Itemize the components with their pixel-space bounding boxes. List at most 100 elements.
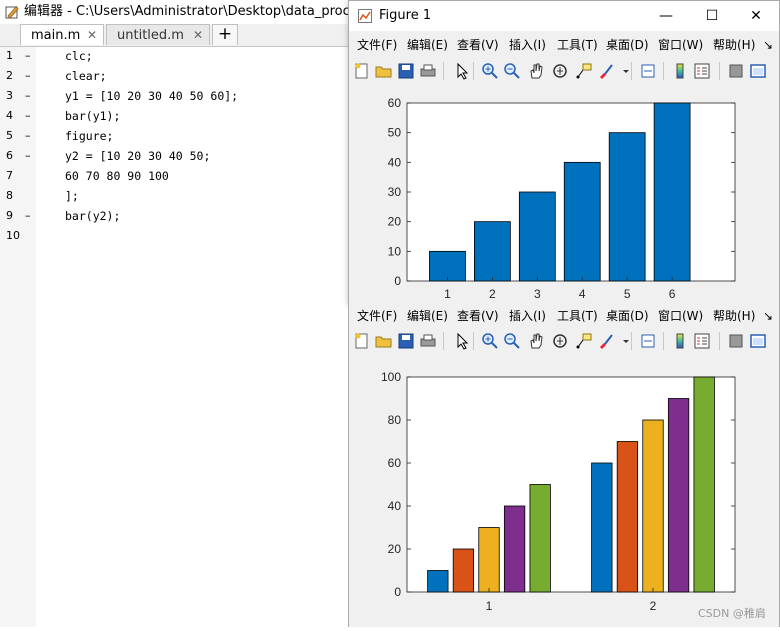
code-line[interactable]: 3– y1 = [10 20 30 40 50 60]; xyxy=(0,86,350,106)
bar xyxy=(563,161,601,282)
breakpoint-marker[interactable]: – xyxy=(25,126,31,146)
show-plot-tools-icon[interactable] xyxy=(749,62,767,80)
menu-item[interactable]: 查看(V) xyxy=(457,305,499,327)
code-line[interactable]: 8]; xyxy=(0,186,350,206)
menu-item[interactable]: 编辑(E) xyxy=(407,305,448,327)
new-figure-icon[interactable] xyxy=(353,332,371,350)
brush-icon[interactable] xyxy=(597,62,615,80)
code-line[interactable]: 6– y2 = [10 20 30 40 50; xyxy=(0,146,350,166)
tab-untitled-m[interactable]: untitled.m ✕ xyxy=(106,24,210,45)
data-cursor-icon[interactable] xyxy=(575,62,593,80)
figure2-grouped-bar-chart: 0 20 40 60 80 100 1 2 xyxy=(381,370,736,613)
maximize-button[interactable]: ☐ xyxy=(689,1,735,31)
menu-item[interactable]: 桌面(D) xyxy=(606,305,649,327)
tab-main-m[interactable]: main.m ✕ xyxy=(20,24,104,45)
line-number: 5 xyxy=(6,129,13,142)
toolbar-separator xyxy=(631,332,632,350)
pan-icon[interactable] xyxy=(527,332,545,350)
zoom-out-icon[interactable] xyxy=(503,62,521,80)
close-window-button[interactable]: ✕ xyxy=(733,1,779,31)
menu-overflow-icon[interactable]: ↘ xyxy=(763,305,773,327)
save-icon[interactable] xyxy=(397,62,415,80)
pan-icon[interactable] xyxy=(527,62,545,80)
code-line[interactable]: 7 60 70 80 90 100 xyxy=(0,166,350,186)
y-tick-label: 40 xyxy=(388,499,402,513)
figure1-menubar: 文件(F) 编辑(E) 查看(V) 插入(I) 工具(T) 桌面(D) 窗口(W) 帮助(H)… xyxy=(349,34,779,56)
hide-plot-tools-icon[interactable] xyxy=(727,62,745,80)
menu-item[interactable]: 文件(F) xyxy=(357,34,397,56)
data-cursor-icon[interactable] xyxy=(575,332,593,350)
menu-item[interactable]: 桌面(D) xyxy=(606,34,649,56)
breakpoint-marker[interactable]: – xyxy=(25,46,31,66)
link-icon[interactable] xyxy=(639,62,657,80)
breakpoint-marker[interactable]: – xyxy=(25,206,31,226)
code-line[interactable]: 9– bar(y2); xyxy=(0,206,350,226)
brush-icon[interactable] xyxy=(597,332,615,350)
breakpoint-marker[interactable]: – xyxy=(25,86,31,106)
menu-overflow-icon[interactable]: ↘ xyxy=(763,34,773,56)
zoom-out-icon[interactable] xyxy=(503,332,521,350)
print-icon[interactable] xyxy=(419,332,437,350)
menu-item[interactable]: 查看(V) xyxy=(457,34,499,56)
x-tick-label: 5 xyxy=(624,287,631,301)
figure1-plot-area: 0 10 20 30 40 50 60 1 2 3 4 5 6 xyxy=(349,85,779,306)
toolbar-separator xyxy=(631,62,632,80)
menu-item[interactable]: 插入(I) xyxy=(509,34,546,56)
line-number: 6 xyxy=(6,149,13,162)
tab-label: main.m xyxy=(31,28,81,43)
zoom-in-icon[interactable] xyxy=(481,332,499,350)
menu-item[interactable]: 工具(T) xyxy=(557,34,598,56)
bar xyxy=(693,376,715,593)
colorbar-icon[interactable] xyxy=(671,62,689,80)
menu-item[interactable]: 插入(I) xyxy=(509,305,546,327)
open-icon[interactable] xyxy=(375,332,393,350)
line-number: 1 xyxy=(6,49,13,62)
new-figure-icon[interactable] xyxy=(353,62,371,80)
rotate-icon[interactable] xyxy=(551,332,569,350)
figure1-title: Figure 1 xyxy=(379,8,432,23)
menu-item[interactable]: 文件(F) xyxy=(357,305,397,327)
matlab-figure-icon xyxy=(358,9,372,23)
bar xyxy=(427,570,449,593)
colorbar-icon[interactable] xyxy=(671,332,689,350)
menu-item[interactable]: 帮助(H) xyxy=(713,34,755,56)
code-line[interactable]: 2– clear; xyxy=(0,66,350,86)
zoom-in-icon[interactable] xyxy=(481,62,499,80)
figure2-window: 文件(F) 编辑(E) 查看(V) 插入(I) 工具(T) 桌面(D) 窗口(W) 帮助(H)… xyxy=(348,305,780,627)
hide-plot-tools-icon[interactable] xyxy=(727,332,745,350)
menu-item[interactable]: 帮助(H) xyxy=(713,305,755,327)
minimize-button[interactable]: — xyxy=(643,1,689,31)
save-icon[interactable] xyxy=(397,332,415,350)
code-line[interactable]: 10 xyxy=(0,226,350,246)
line-number: 9 xyxy=(6,209,13,222)
link-icon[interactable] xyxy=(639,332,657,350)
pointer-icon[interactable] xyxy=(453,332,471,350)
menu-item[interactable]: 工具(T) xyxy=(557,305,598,327)
chevron-down-icon[interactable] xyxy=(617,62,635,80)
breakpoint-marker[interactable]: – xyxy=(25,146,31,166)
pointer-icon[interactable] xyxy=(453,62,471,80)
menu-item[interactable]: 窗口(W) xyxy=(658,34,703,56)
print-icon[interactable] xyxy=(419,62,437,80)
code-line[interactable]: 4– bar(y1); xyxy=(0,106,350,126)
close-tab-icon[interactable]: ✕ xyxy=(193,25,203,46)
x-tick-label: 1 xyxy=(444,287,451,301)
code-line[interactable]: 1– clc; xyxy=(0,46,350,66)
legend-icon[interactable] xyxy=(693,62,711,80)
breakpoint-marker[interactable]: – xyxy=(25,106,31,126)
show-plot-tools-icon[interactable] xyxy=(749,332,767,350)
legend-icon[interactable] xyxy=(693,332,711,350)
open-icon[interactable] xyxy=(375,62,393,80)
code-line[interactable]: 5– figure; xyxy=(0,126,350,146)
add-tab-button[interactable]: + xyxy=(212,24,238,45)
line-number: 4 xyxy=(6,109,13,122)
menu-item[interactable]: 编辑(E) xyxy=(407,34,448,56)
chevron-down-icon[interactable] xyxy=(617,332,635,350)
x-tick-label: 2 xyxy=(489,287,496,301)
close-tab-icon[interactable]: ✕ xyxy=(87,25,97,46)
toolbar-separator xyxy=(473,332,474,350)
y-tick-label: 40 xyxy=(388,155,402,169)
rotate-icon[interactable] xyxy=(551,62,569,80)
breakpoint-marker[interactable]: – xyxy=(25,66,31,86)
menu-item[interactable]: 窗口(W) xyxy=(658,305,703,327)
